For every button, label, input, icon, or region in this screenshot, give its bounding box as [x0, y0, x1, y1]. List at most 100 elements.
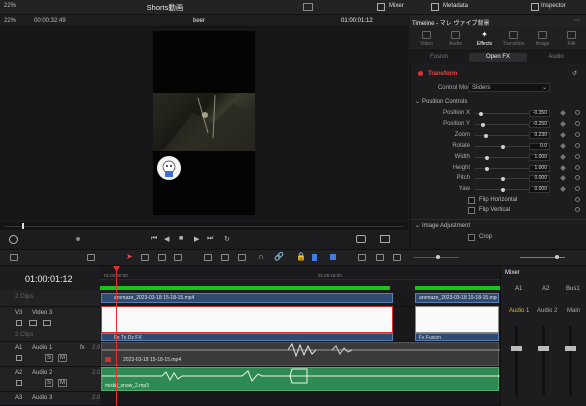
- video-clip-v3-right[interactable]: [415, 306, 499, 333]
- fx-icon[interactable]: fx: [80, 345, 85, 351]
- play-icon[interactable]: ▶: [194, 235, 199, 243]
- track-header-a2[interactable]: A2 Audio 2 2.0 S M: [0, 367, 100, 392]
- reset-icon[interactable]: [575, 121, 580, 126]
- trim-tool-icon[interactable]: [141, 254, 149, 261]
- marker-icon[interactable]: [330, 254, 336, 260]
- param-slider-knob[interactable]: [485, 166, 489, 171]
- mute-button[interactable]: M: [58, 379, 67, 387]
- video-clip-v3-footer[interactable]: Fx Tx Dz FX: [101, 333, 393, 341]
- reset-icon[interactable]: [575, 186, 580, 191]
- position-lock-icon[interactable]: 🔒: [296, 252, 306, 261]
- param-slider-knob[interactable]: [501, 176, 505, 181]
- zoom-full-icon[interactable]: [358, 254, 366, 261]
- param-slider-knob[interactable]: [501, 144, 505, 149]
- replace-clip-icon[interactable]: [238, 254, 246, 261]
- param-value[interactable]: 0.230: [529, 132, 550, 139]
- video-clip-v3[interactable]: [101, 306, 393, 333]
- audio-clip-a2[interactable]: mixkit_snow_2.mp3: [101, 367, 500, 391]
- zoom-percent[interactable]: 22%: [4, 18, 16, 24]
- reset-icon[interactable]: [575, 154, 580, 159]
- insert-clip-icon[interactable]: [204, 254, 212, 261]
- keyframe-icon[interactable]: [560, 143, 566, 149]
- skip-start-icon[interactable]: ⏮: [151, 235, 157, 243]
- playhead[interactable]: [116, 266, 117, 406]
- param-value[interactable]: -0.350: [529, 110, 550, 117]
- param-slider[interactable]: [475, 166, 530, 171]
- skip-end-icon[interactable]: ⏭: [207, 235, 213, 243]
- fader-a1[interactable]: [515, 326, 518, 396]
- reset-effect-icon[interactable]: ↺: [572, 70, 577, 77]
- tab-file[interactable]: File: [557, 30, 586, 50]
- track-header-a3[interactable]: A3 Audio 3 2.0: [0, 392, 100, 406]
- track-header-v3[interactable]: V3 Video 3 2 Clips: [0, 307, 100, 342]
- param-value[interactable]: 1.000: [529, 165, 550, 172]
- mute-button[interactable]: M: [58, 354, 67, 362]
- lock-icon[interactable]: [16, 355, 22, 361]
- fader-knob-a2[interactable]: [538, 346, 549, 351]
- keyframe-icon[interactable]: [560, 175, 566, 181]
- subtab-fusion[interactable]: Fusion: [410, 54, 468, 60]
- subtab-audio[interactable]: Audio: [527, 54, 585, 60]
- keyframe-icon[interactable]: [560, 154, 566, 160]
- param-slider-knob[interactable]: [479, 111, 483, 116]
- video-clip-top-right[interactable]: aromaze_2023-03-18 15-18-15.mp4: [415, 293, 499, 303]
- volume-knob[interactable]: [555, 255, 559, 259]
- reset-icon[interactable]: [575, 165, 580, 170]
- blade-tool-icon[interactable]: [174, 254, 182, 261]
- reset-flip-h-icon[interactable]: [575, 197, 580, 202]
- timeline-ruler[interactable]: 01:00:00:00 01:00:16:00: [100, 266, 500, 280]
- more-options-icon[interactable]: ⋯: [574, 17, 580, 24]
- keyframe-icon[interactable]: [560, 132, 566, 138]
- effect-enable-icon[interactable]: [418, 71, 423, 76]
- tab-image[interactable]: Image: [528, 30, 557, 50]
- param-slider-knob[interactable]: [501, 187, 505, 192]
- audio-clip-a1[interactable]: 2023-03-18 15-18-15.mp4: [101, 342, 500, 366]
- reset-icon[interactable]: [575, 143, 580, 148]
- solo-button[interactable]: S: [45, 379, 54, 387]
- dynamic-trim-icon[interactable]: [158, 254, 166, 261]
- snap-icon[interactable]: ∩: [258, 252, 264, 261]
- zoom-custom-icon[interactable]: [393, 254, 401, 261]
- param-slider[interactable]: [475, 122, 530, 127]
- param-slider[interactable]: [475, 187, 530, 192]
- transform-header[interactable]: Transform ↺: [410, 69, 586, 79]
- timeline-view-icon[interactable]: [87, 254, 95, 261]
- reset-flip-v-icon[interactable]: [575, 207, 580, 212]
- viewer-scrubber[interactable]: [0, 222, 408, 230]
- inspector-button[interactable]: Inspector: [541, 3, 566, 9]
- fader-main[interactable]: [569, 326, 572, 396]
- lock-icon[interactable]: [16, 380, 22, 386]
- match-frame-icon[interactable]: [356, 235, 366, 243]
- overwrite-clip-icon[interactable]: [221, 254, 229, 261]
- reset-icon[interactable]: [575, 175, 580, 180]
- param-slider[interactable]: [475, 155, 530, 160]
- param-value[interactable]: 0.000: [529, 175, 550, 182]
- lock-icon[interactable]: [16, 320, 22, 326]
- param-value[interactable]: -0.250: [529, 121, 550, 128]
- param-slider[interactable]: [475, 176, 530, 181]
- stop-icon[interactable]: ■: [179, 235, 183, 242]
- param-value[interactable]: 0.0: [529, 143, 550, 150]
- subtab-openfx[interactable]: Open FX: [469, 53, 527, 62]
- param-slider-knob[interactable]: [485, 155, 489, 160]
- fader-a2[interactable]: [542, 326, 545, 396]
- image-adjustment-header[interactable]: ⌄ Image Adjustment: [410, 221, 586, 231]
- layout-icon[interactable]: [10, 254, 18, 261]
- position-controls-header[interactable]: ⌄ Position Controls: [410, 97, 586, 107]
- param-slider-knob[interactable]: [484, 133, 488, 138]
- param-slider[interactable]: [475, 144, 530, 149]
- tab-audio[interactable]: Audio: [441, 30, 470, 50]
- scrubber-handle[interactable]: [22, 223, 24, 229]
- param-value[interactable]: 1.000: [529, 154, 550, 161]
- keyframe-icon[interactable]: [560, 165, 566, 171]
- tab-effects[interactable]: ✦ Effects: [470, 30, 499, 50]
- param-slider[interactable]: [475, 133, 530, 138]
- zoom-detail-icon[interactable]: [376, 254, 384, 261]
- loop-icon[interactable]: ↻: [224, 235, 230, 243]
- fader-knob-a1[interactable]: [511, 346, 522, 351]
- param-value[interactable]: 0.000: [529, 186, 550, 193]
- tab-video[interactable]: Video: [412, 30, 441, 50]
- viewer-options-icon[interactable]: [9, 235, 18, 244]
- reset-icon[interactable]: [575, 132, 580, 137]
- video-clip-top[interactable]: aromaze_2023-03-18 15-18-15.mp4: [101, 293, 393, 303]
